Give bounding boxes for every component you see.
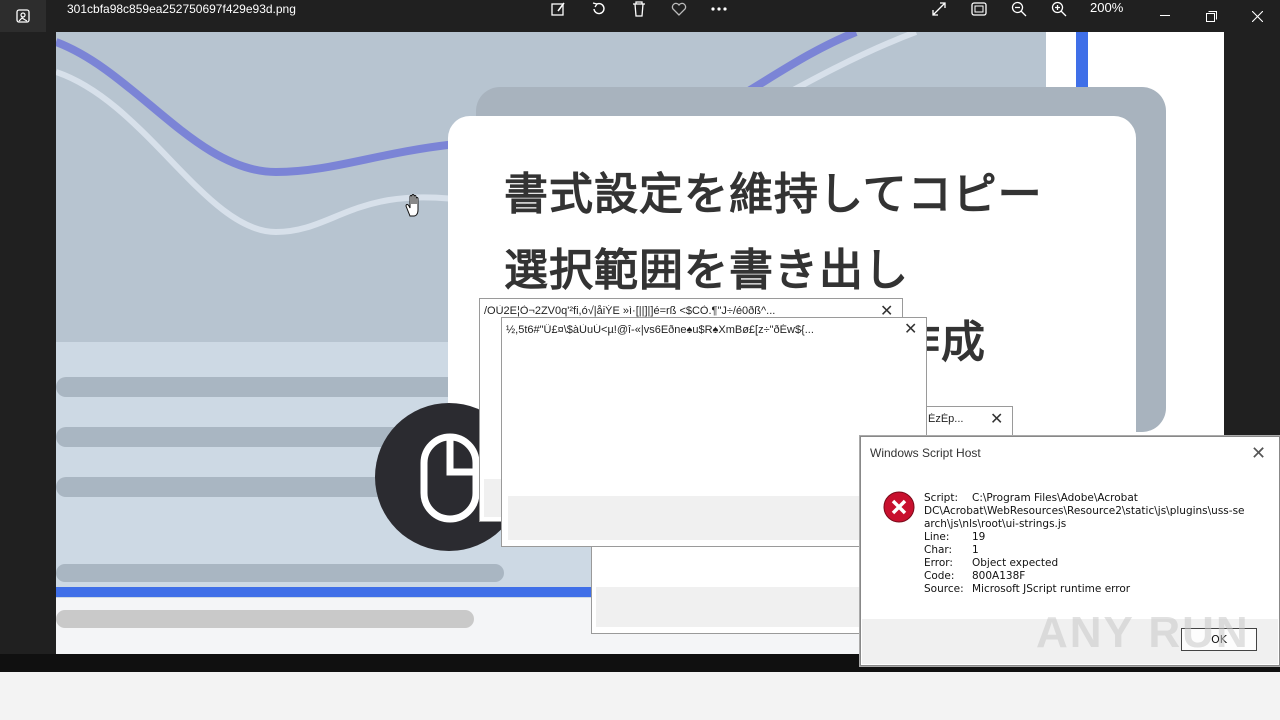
- code-value: 800A138F: [972, 570, 1026, 582]
- script-value-cont: arch\js\nls\root\ui-strings.js: [924, 518, 1067, 530]
- close-icon[interactable]: ✕: [1251, 443, 1266, 464]
- fullscreen-icon[interactable]: [927, 0, 951, 18]
- file-name: 301cbfa98c859ea252750697f429e93d.png: [67, 2, 296, 16]
- delete-icon[interactable]: [627, 0, 651, 18]
- favorite-icon[interactable]: [667, 0, 691, 18]
- code-label: Code:: [924, 570, 955, 582]
- char-label: Char:: [924, 544, 953, 556]
- source-label: Source:: [924, 583, 964, 595]
- maximize-button[interactable]: [1188, 0, 1234, 32]
- watermark-logo: ANY RUN: [1036, 608, 1250, 657]
- close-button[interactable]: [1234, 0, 1280, 32]
- char-value: 1: [972, 544, 979, 556]
- fit-icon[interactable]: [967, 0, 991, 18]
- source-value: Microsoft JScript runtime error: [972, 583, 1131, 595]
- desktop-area: [0, 672, 1280, 720]
- script-value: C:\Program Files\Adobe\Acrobat: [972, 492, 1138, 504]
- dialog-title: Windows Script Host: [870, 446, 981, 460]
- title-bar: 301cbfa98c859ea252750697f429e93d.png 200…: [0, 0, 1280, 32]
- script-value-cont: DC\Acrobat\WebResources\Resource2\static…: [924, 505, 1245, 517]
- line-label: Line:: [924, 531, 950, 543]
- zoom-out-icon[interactable]: [1007, 0, 1031, 18]
- close-icon[interactable]: ✕: [904, 322, 917, 338]
- photos-app-icon: [0, 0, 46, 32]
- line-value: 19: [972, 531, 986, 543]
- zoom-in-icon[interactable]: [1047, 0, 1071, 18]
- zoom-level[interactable]: 200%: [1090, 0, 1123, 16]
- error-icon: [883, 491, 915, 523]
- close-icon[interactable]: ✕: [990, 412, 1003, 428]
- minimize-button[interactable]: [1142, 0, 1188, 32]
- garbled-title-2: ½,5t6#"Ü£¤\$àÙuÚ<µ!@î-«|vs6Eðne♠u$R♠XmBø…: [506, 324, 814, 336]
- hand-cursor-icon: [405, 194, 419, 217]
- garbled-title-3: ÉzÉp...: [928, 413, 964, 425]
- menu-line-2: 選択範囲を書き出し: [504, 245, 909, 296]
- more-icon[interactable]: [707, 0, 731, 18]
- script-label: Script:: [924, 492, 958, 504]
- menu-line-1: 書式設定を維持してコピー: [504, 169, 1043, 220]
- error-value: Object expected: [972, 557, 1059, 569]
- minimize-icon: [1160, 15, 1170, 16]
- maximize-icon: [1205, 10, 1217, 22]
- error-label: Error:: [924, 557, 953, 569]
- close-icon: [1251, 10, 1263, 22]
- rotate-icon[interactable]: [587, 0, 611, 18]
- edit-icon[interactable]: [546, 0, 570, 18]
- garbled-title-1: /OÙ2E¦Ò¬2ZV0q'²fi,ó√|åiÝE »ì·[||]|]é=rß …: [484, 305, 776, 317]
